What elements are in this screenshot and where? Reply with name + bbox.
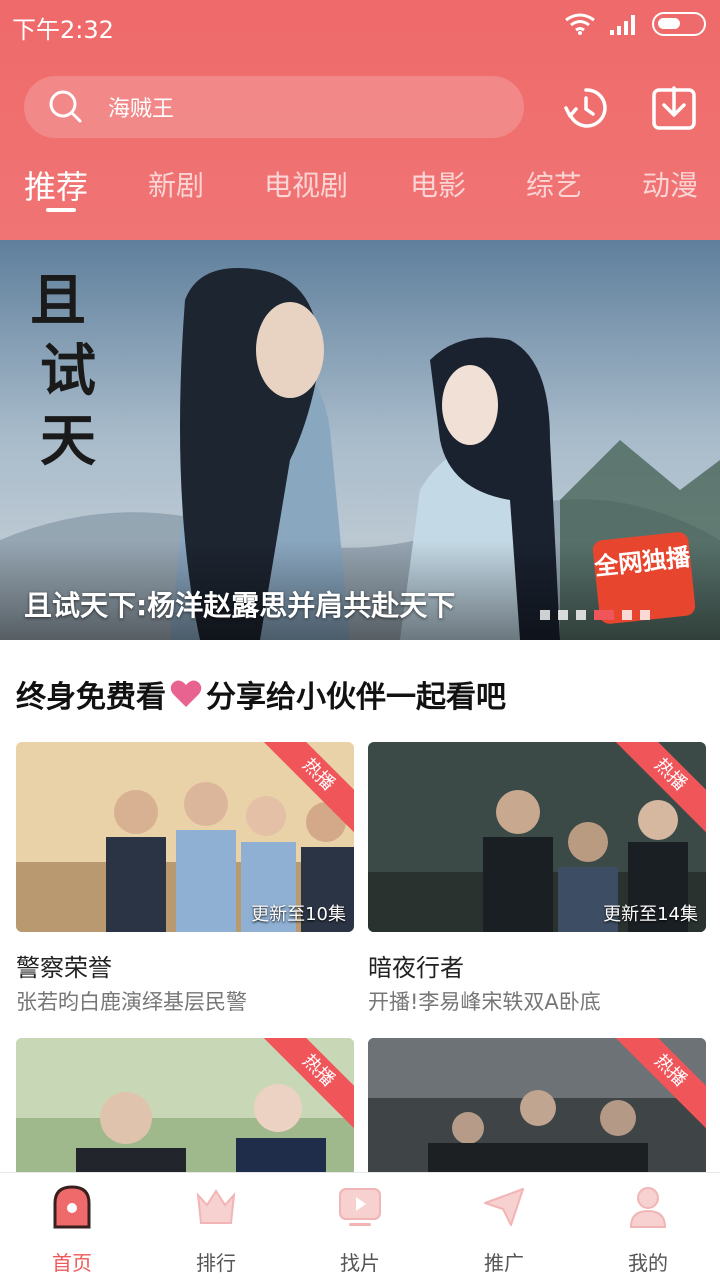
nav-profile[interactable]: 我的 [593,1183,703,1276]
header: 下午2:32 海贼王 推荐 新剧 电视剧 电影 综艺 动漫 [0,0,720,240]
tab-recommend[interactable]: 推荐 [24,162,88,208]
signal-icon [610,15,635,35]
history-icon[interactable] [562,84,610,132]
video-card[interactable]: 热播 更新至14集 暗夜行者 开播!李易峰宋轶双A卧底 [368,742,706,1014]
home-icon [53,1185,91,1229]
video-card[interactable]: 热播 [16,1038,354,1172]
video-subtitle: 张若昀白鹿演绎基层民警 [16,990,247,1014]
tab-new-drama[interactable]: 新剧 [148,164,204,204]
tab-movie[interactable]: 电影 [410,164,466,204]
section-title-left: 终身免费看 [16,680,166,715]
video-card[interactable]: 热播 更新至10集 警察荣誉 张若昀白鹿演绎基层民警 [16,742,354,1014]
video-title: 警察荣誉 [16,954,112,982]
svg-text:且: 且 [30,268,86,334]
category-tabs: 推荐 新剧 电视剧 电影 综艺 动漫 [0,160,720,220]
battery-icon [652,12,706,36]
video-poster: 热播 更新至14集 [368,742,706,932]
section-title: 终身免费看 分享给小伙伴一起看吧 [16,672,506,716]
tab-indicator [46,208,76,212]
nav-label: 我的 [628,1251,668,1275]
nav-label: 排行 [196,1251,236,1275]
nav-label: 找片 [340,1251,380,1275]
wifi-icon [565,13,595,35]
video-poster: 热播 更新至10集 [16,742,354,932]
episode-update: 更新至14集 [603,904,698,925]
banner-pagination [540,610,650,620]
search-bar[interactable]: 海贼王 [24,76,524,138]
search-query: 海贼王 [108,97,175,122]
video-subtitle: 开播!李易峰宋轶双A卧底 [368,990,601,1014]
status-time: 下午2:32 [12,16,114,44]
pagination-dot[interactable] [640,610,650,620]
svg-text:天: 天 [40,408,96,474]
video-card[interactable]: 热播 [368,1038,706,1172]
episode-update: 更新至10集 [251,904,346,925]
pagination-dot-active[interactable] [594,610,614,620]
nav-promote[interactable]: 推广 [449,1183,559,1276]
section-title-right: 分享给小伙伴一起看吧 [206,680,506,715]
status-bar: 下午2:32 [0,0,720,52]
video-poster: 热播 [368,1038,706,1172]
pagination-dot[interactable] [558,610,568,620]
tab-tv-series[interactable]: 电视剧 [264,164,348,204]
pagination-dot[interactable] [576,610,586,620]
exclusive-badge-text: 全网独播 [593,543,692,582]
pagination-dot[interactable] [622,610,632,620]
nav-home[interactable]: 首页 [17,1183,127,1276]
video-title: 暗夜行者 [368,954,464,982]
svg-text:试: 试 [40,338,96,404]
nav-discover[interactable]: 找片 [305,1183,415,1276]
nav-label: 推广 [484,1251,524,1275]
tab-variety[interactable]: 综艺 [526,164,582,204]
tab-anime[interactable]: 动漫 [642,164,698,204]
pagination-dot[interactable] [540,610,550,620]
nav-label: 首页 [52,1251,92,1275]
heart-icon [170,680,202,707]
banner-caption: 且试天下:杨洋赵露思并肩共赴天下 [24,589,456,622]
search-icon [49,90,82,123]
crown-icon [196,1189,236,1224]
bottom-navigation: 首页 排行 找片 推广 我的 [0,1172,720,1280]
user-icon [629,1187,667,1228]
status-icons [564,12,706,36]
play-icon [339,1188,381,1226]
video-poster: 热播 [16,1038,354,1172]
nav-ranking[interactable]: 排行 [161,1183,271,1276]
send-icon [484,1188,524,1226]
download-icon[interactable] [650,84,698,132]
